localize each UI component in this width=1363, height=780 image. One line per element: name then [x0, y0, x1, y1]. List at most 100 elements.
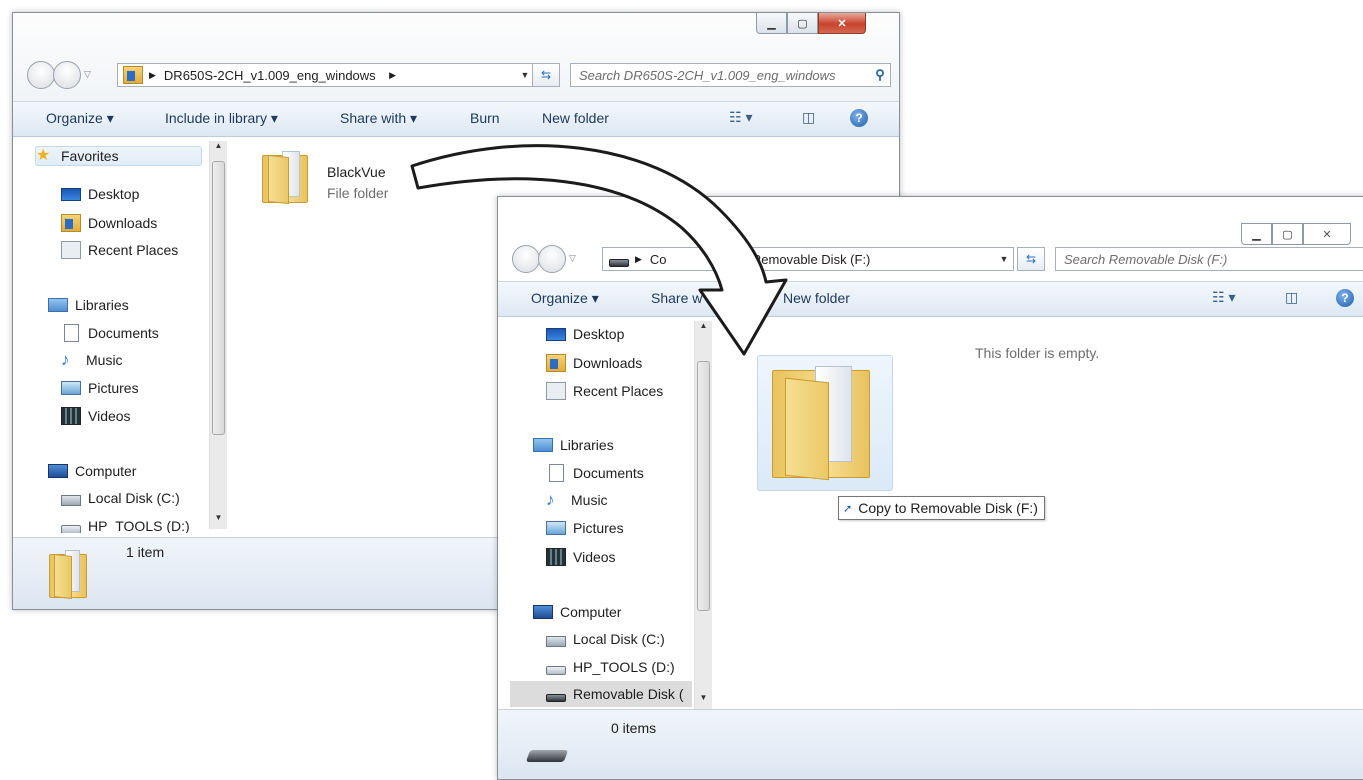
scroll-down-icon[interactable]: ▼ [695, 693, 712, 709]
copy-tooltip: ➚ Copy to Removable Disk (F:) [838, 496, 1045, 520]
nav-label: Computer [560, 604, 622, 620]
caption-buttons: ▁ ▢ ✕ [756, 13, 866, 34]
search-box[interactable]: Search DR650S-2CH_v1.009_eng_windows ⚲ [570, 63, 891, 87]
nav-label: Videos [573, 549, 616, 565]
address-bar[interactable]: ▶ DR650S-2CH_v1.009_eng_windows ▶ ▼ [117, 63, 535, 87]
nav-recent-places[interactable]: Recent Places [61, 241, 178, 259]
share-with-button[interactable]: Share w [651, 290, 702, 306]
nav-label: HP_TOOLS (D:) [573, 659, 675, 675]
share-with-button[interactable]: Share with ▾ [340, 110, 417, 127]
maximize-button[interactable]: ▢ [787, 13, 818, 34]
nav-label: Removable Disk ( [573, 686, 684, 702]
nav-downloads[interactable]: Downloads [546, 354, 642, 372]
nav-libraries[interactable]: Libraries [533, 437, 614, 453]
help-icon[interactable]: ? [850, 109, 868, 127]
desktop-icon [546, 327, 566, 341]
minimize-button[interactable]: ▁ [1241, 223, 1272, 245]
forward-button[interactable] [53, 61, 81, 89]
refresh-button[interactable]: ⇆ [1017, 247, 1045, 271]
include-in-library-button[interactable]: Include in library ▾ [165, 110, 278, 127]
window-frame [498, 197, 1363, 287]
item-count: 1 item [126, 544, 165, 560]
removable-disk-icon [546, 693, 566, 702]
address-prefix: Co [649, 251, 667, 267]
refresh-icon: ⇆ [540, 68, 552, 82]
maximize-button[interactable]: ▢ [1272, 223, 1303, 245]
preview-pane-icon[interactable]: ◫ [802, 109, 815, 126]
refresh-icon: ⇆ [1025, 252, 1037, 266]
burn-button[interactable]: Burn [470, 110, 500, 126]
nav-videos[interactable]: Videos [61, 407, 131, 425]
preview-pane-icon[interactable]: ◫ [1285, 289, 1298, 306]
file-list: This folder is empty. ➚ Copy to Removabl… [713, 317, 1363, 709]
maximize-icon: ▢ [797, 17, 808, 30]
nav-computer[interactable]: Computer [533, 604, 621, 620]
nav-hp-tools[interactable]: HP_TOOLS (D:) [546, 659, 675, 675]
organize-button[interactable]: Organize ▾ [531, 290, 599, 307]
nav-favorites[interactable]: ★ Favorites [35, 146, 202, 166]
minimize-button[interactable]: ▁ [756, 13, 787, 34]
nav-documents[interactable]: Documents [546, 464, 644, 482]
documents-icon [64, 324, 79, 342]
address-dropdown[interactable]: ▼ [995, 254, 1013, 264]
nav-music[interactable]: ♪ Music [61, 351, 123, 368]
empty-folder-message: This folder is empty. [975, 345, 1100, 361]
new-folder-button[interactable]: New folder [783, 290, 850, 306]
music-icon: ♪ [546, 490, 555, 509]
nav-hp-tools[interactable]: HP_TOOLS (D:) [61, 519, 190, 533]
views-icon[interactable]: ☷ ▾ [729, 109, 752, 126]
nav-scrollbar[interactable]: ▲ ▼ [694, 321, 712, 709]
search-placeholder: Search Removable Disk (F:) [1064, 251, 1228, 267]
drag-ghost-folder [757, 355, 893, 491]
organize-button[interactable]: Organize ▾ [46, 110, 114, 127]
nav-local-disk[interactable]: Local Disk (C:) [61, 490, 180, 506]
search-placeholder: Search DR650S-2CH_v1.009_eng_windows [579, 67, 836, 83]
scroll-thumb[interactable] [212, 161, 225, 435]
downloads-icon [61, 214, 81, 232]
nav-local-disk[interactable]: Local Disk (C:) [546, 631, 665, 647]
nav-scrollbar[interactable]: ▲ ▼ [209, 141, 227, 529]
help-icon[interactable]: ? [1336, 289, 1354, 307]
address-bar[interactable]: ▶ Co Removable Disk (F:) ▼ [602, 247, 1014, 271]
recent-pages-dropdown[interactable]: ▽ [84, 69, 91, 80]
forward-button[interactable] [538, 245, 566, 273]
nav-recent-places[interactable]: Recent Places [546, 382, 663, 400]
nav-desktop[interactable]: Desktop [546, 326, 624, 342]
nav-pictures[interactable]: Pictures [61, 380, 139, 396]
nav-removable-disk[interactable]: Removable Disk ( [510, 681, 692, 707]
nav-music[interactable]: ♪ Music [546, 490, 608, 509]
close-button[interactable]: ✕ [1303, 223, 1351, 245]
nav-computer[interactable]: Computer [48, 463, 136, 479]
pictures-icon [61, 381, 81, 395]
search-box[interactable]: Search Removable Disk (F:) [1055, 247, 1363, 271]
nav-libraries[interactable]: Libraries [48, 297, 129, 313]
minimize-icon: ▁ [1252, 228, 1261, 241]
star-icon: ★ [36, 147, 51, 164]
views-icon[interactable]: ☷ ▾ [1212, 289, 1235, 306]
nav-videos[interactable]: Videos [546, 548, 616, 566]
breadcrumb-chevron-icon: ▶ [149, 69, 156, 80]
nav-label: Desktop [88, 186, 140, 202]
nav-documents[interactable]: Documents [61, 324, 159, 342]
nav-desktop[interactable]: Desktop [61, 186, 139, 202]
recent-pages-dropdown[interactable]: ▽ [569, 253, 576, 264]
scroll-up-icon[interactable]: ▲ [210, 141, 227, 157]
nav-downloads[interactable]: Downloads [61, 214, 157, 232]
address-path: Removable Disk (F:) [751, 251, 871, 267]
new-folder-button[interactable]: New folder [542, 110, 609, 126]
back-button[interactable] [27, 61, 55, 89]
back-button[interactable] [512, 245, 540, 273]
refresh-button[interactable]: ⇆ [532, 63, 560, 87]
nav-label: Downloads [88, 215, 158, 231]
folder-icon[interactable] [262, 149, 308, 205]
nav-pictures[interactable]: Pictures [546, 520, 624, 536]
scroll-thumb[interactable] [697, 361, 710, 611]
file-name[interactable]: BlackVue [327, 164, 386, 180]
nav-label: Pictures [88, 380, 139, 396]
computer-icon [533, 605, 553, 619]
recent-places-icon [61, 241, 81, 259]
caption-buttons: ▁ ▢ ✕ [1241, 223, 1351, 245]
scroll-up-icon[interactable]: ▲ [695, 321, 712, 337]
close-button[interactable]: ✕ [818, 13, 866, 34]
scroll-down-icon[interactable]: ▼ [210, 513, 227, 529]
